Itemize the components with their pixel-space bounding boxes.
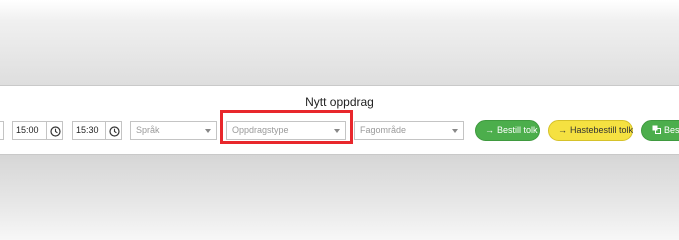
chevron-down-icon (205, 129, 211, 133)
start-time-picker-button[interactable] (46, 121, 63, 140)
clock-icon (50, 126, 61, 137)
background-top (0, 0, 679, 85)
subject-area-placeholder: Fagområde (360, 125, 407, 135)
subject-area-select[interactable]: Fagområde (354, 121, 464, 140)
end-time-value: 15:30 (76, 125, 99, 135)
start-time-input[interactable]: 15:00 (12, 121, 47, 140)
end-time-input[interactable]: 15:30 (72, 121, 106, 140)
urgent-order-button[interactable]: → Hastebestill tolk (548, 120, 633, 141)
arrow-right-icon: → (485, 125, 494, 135)
modal-title: Nytt oppdrag (305, 95, 374, 109)
background-bottom (0, 155, 679, 240)
urgent-order-label: Hastebestill tolk (570, 125, 634, 135)
chevron-down-icon (452, 129, 458, 133)
language-select[interactable]: Språk (130, 121, 217, 140)
order-interpreter-label: Bestill tolk (497, 125, 538, 135)
end-time-picker-button[interactable] (105, 121, 122, 140)
translate-order-button[interactable]: Best (641, 120, 679, 141)
start-time-value: 15:00 (16, 125, 39, 135)
arrow-right-icon: → (558, 125, 567, 135)
order-interpreter-button[interactable]: → Bestill tolk (475, 120, 540, 141)
date-field-partial[interactable] (0, 121, 4, 140)
translate-order-label: Best (664, 125, 679, 135)
language-placeholder: Språk (136, 125, 160, 135)
translate-icon (652, 121, 661, 140)
clock-icon (109, 126, 120, 137)
new-assignment-bar: Nytt oppdrag 15:00 15:30 Språk Oppdragst… (0, 85, 679, 155)
highlight-box (220, 110, 353, 144)
